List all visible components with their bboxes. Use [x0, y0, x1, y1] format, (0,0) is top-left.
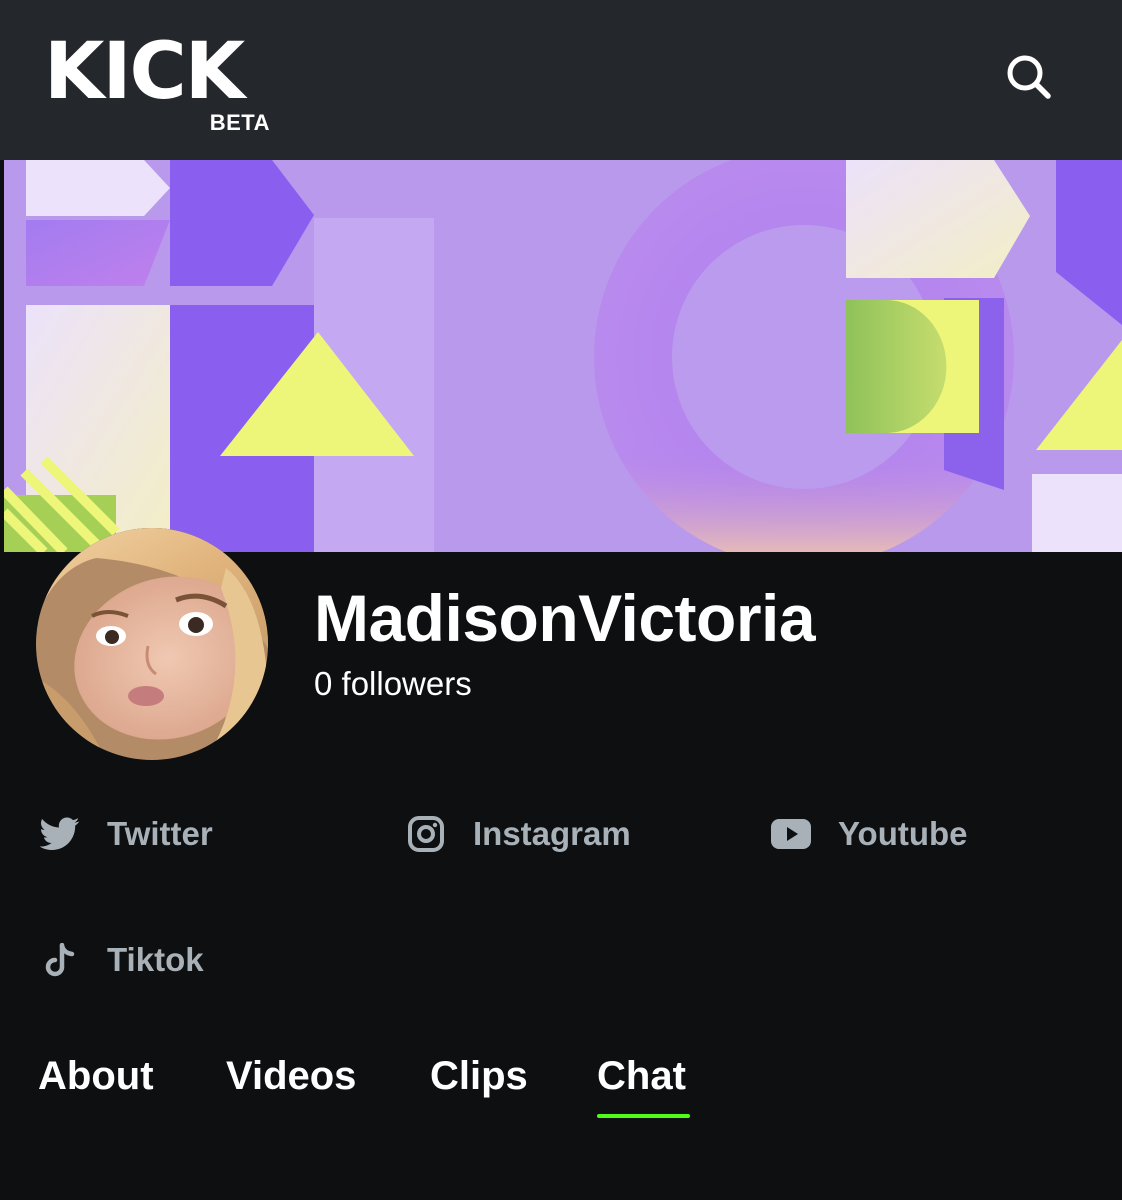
instagram-icon [406, 814, 446, 854]
tab-videos[interactable]: Videos [226, 1048, 356, 1104]
search-icon [1007, 55, 1051, 99]
tab-about[interactable]: About [38, 1048, 154, 1104]
youtube-icon [771, 814, 811, 854]
logo-beta-badge: BETA [209, 110, 270, 135]
twitter-icon [40, 814, 80, 854]
follower-count: 0 followers [314, 665, 472, 702]
search-button[interactable] [1000, 48, 1058, 106]
social-link-twitter[interactable]: Twitter [40, 810, 213, 858]
social-link-instagram[interactable]: Instagram [406, 810, 631, 858]
tab-chat[interactable]: Chat [597, 1048, 686, 1104]
tiktok-icon [40, 940, 80, 980]
channel-banner [4, 160, 1122, 552]
channel-avatar[interactable] [36, 528, 268, 760]
social-link-youtube[interactable]: Youtube [771, 810, 968, 858]
logo-wordmark: KICK [44, 27, 245, 117]
kick-logo[interactable]: KICK BETA [44, 27, 270, 135]
social-link-tiktok[interactable]: Tiktok [40, 936, 204, 984]
top-navbar: KICK BETA [0, 0, 1122, 160]
active-tab-indicator [597, 1114, 690, 1118]
social-label-instagram: Instagram [473, 815, 631, 852]
banner-artwork [4, 160, 1122, 552]
channel-username: MadisonVictoria [314, 581, 816, 655]
social-label-youtube: Youtube [838, 815, 968, 852]
tab-clips[interactable]: Clips [430, 1048, 528, 1104]
social-label-tiktok: Tiktok [107, 941, 204, 978]
avatar-image [36, 528, 268, 760]
social-label-twitter: Twitter [107, 815, 213, 852]
